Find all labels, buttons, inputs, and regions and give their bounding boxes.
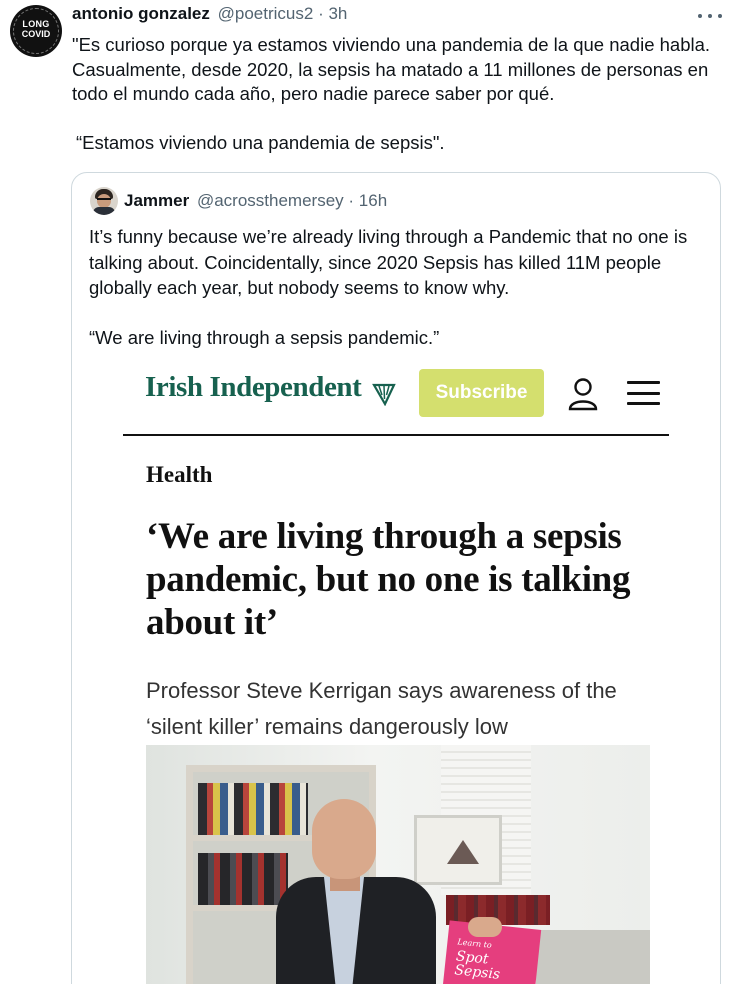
avatar-face xyxy=(97,194,111,208)
avatar-shirt xyxy=(93,207,115,215)
author-name[interactable]: antonio gonzalez xyxy=(72,4,210,23)
menu-icon[interactable] xyxy=(627,381,660,405)
tweet-header: antonio gonzalez @poetricus2 · 3h xyxy=(72,4,347,24)
author-avatar[interactable]: LONG COVID xyxy=(10,5,62,57)
avatar-glasses xyxy=(97,198,111,201)
quoted-author-avatar[interactable] xyxy=(90,187,118,215)
photo-wall-frame xyxy=(414,815,502,885)
leaflet-text: Learn to Spot Sepsis xyxy=(454,935,540,984)
books-row xyxy=(198,853,288,905)
quoted-tweet-card[interactable]: Jammer @acrossthemersey · 16h It’s funny… xyxy=(71,172,721,984)
article-photo: Learn to Spot Sepsis xyxy=(146,745,650,984)
leaflet-big-text: Spot Sepsis xyxy=(453,948,501,983)
tweet-paragraph-1: "Es curioso porque ya estamos viviendo u… xyxy=(72,34,711,104)
article-image[interactable]: Irish Independent Subscribe Health ‘We a… xyxy=(72,355,720,984)
books-row xyxy=(198,783,308,835)
quoted-author-name[interactable]: Jammer xyxy=(124,191,189,210)
tweet-time[interactable]: 3h xyxy=(328,4,347,23)
menu-bar xyxy=(627,381,660,384)
quoted-author-handle[interactable]: @acrossthemersey xyxy=(197,191,344,210)
irish-independent-logo: Irish Independent xyxy=(145,371,362,403)
quoted-separator: · xyxy=(348,191,355,210)
section-label: Health xyxy=(146,462,213,487)
subscribe-button[interactable]: Subscribe xyxy=(419,369,544,417)
menu-bar xyxy=(627,391,660,395)
quoted-header: Jammer @acrossthemersey · 16h xyxy=(124,191,387,211)
harp-icon xyxy=(372,383,396,406)
dot xyxy=(708,14,712,18)
person-head xyxy=(312,799,376,879)
more-icon[interactable] xyxy=(696,6,724,26)
header-divider xyxy=(123,434,669,436)
user-icon[interactable] xyxy=(568,377,598,411)
person-hand xyxy=(468,917,502,937)
tweet-text: "Es curioso porque ya estamos viviendo u… xyxy=(72,33,732,155)
tweet-paragraph-2: “Estamos viviendo una pandemia de sepsis… xyxy=(76,131,445,153)
article-standfirst: Professor Steve Kerrigan says awareness … xyxy=(146,678,617,739)
avatar-text-long: LONG xyxy=(22,19,50,29)
dot xyxy=(698,14,702,18)
quoted-paragraph-1: It’s funny because we’re already living … xyxy=(89,226,688,298)
dot xyxy=(718,14,722,18)
quoted-time[interactable]: 16h xyxy=(359,191,387,210)
frame-art xyxy=(447,840,479,864)
photo-cabinet xyxy=(536,930,650,984)
avatar-text-covid: COVID xyxy=(21,29,51,39)
quoted-text: It’s funny because we’re already living … xyxy=(89,224,709,350)
article-headline: ‘We are living through a sepsis pandemic… xyxy=(146,516,631,643)
header-separator: · xyxy=(318,4,324,23)
quoted-paragraph-2: “We are living through a sepsis pandemic… xyxy=(89,326,440,348)
menu-bar xyxy=(627,402,660,405)
author-handle[interactable]: @poetricus2 xyxy=(218,4,314,23)
